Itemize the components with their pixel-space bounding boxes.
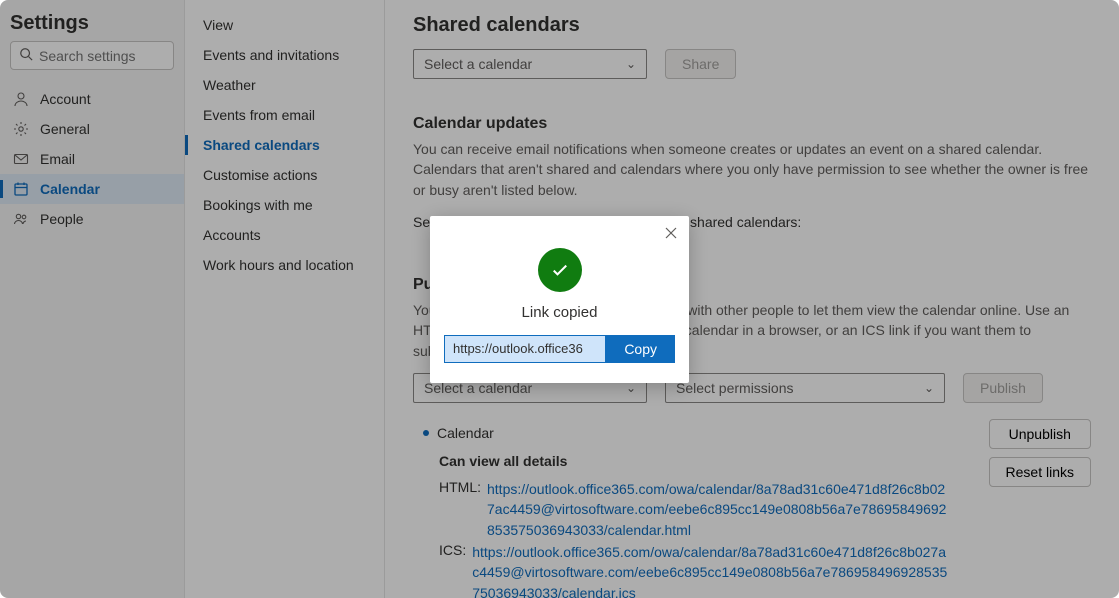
copied-link-input[interactable]: https://outlook.office36: [444, 335, 606, 363]
modal-title: Link copied: [444, 304, 675, 321]
close-icon[interactable]: [665, 226, 677, 242]
copy-button[interactable]: Copy: [606, 335, 675, 363]
checkmark-circle-icon: [538, 248, 582, 292]
modal-overlay[interactable]: Link copied https://outlook.office36 Cop…: [0, 0, 1119, 598]
link-copied-modal: Link copied https://outlook.office36 Cop…: [430, 216, 689, 383]
